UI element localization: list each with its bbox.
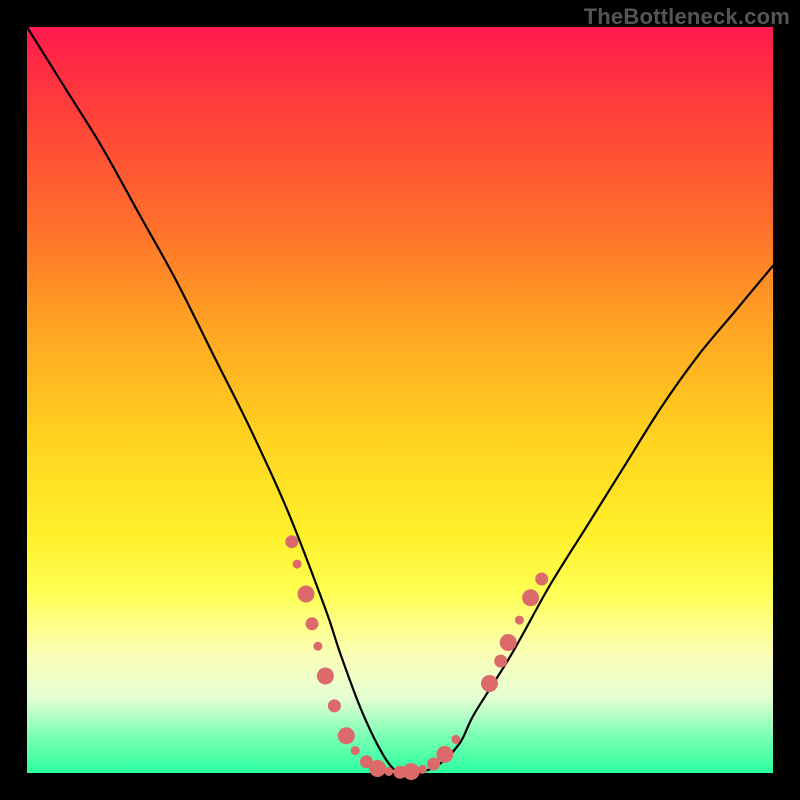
watermark-text: TheBottleneck.com (584, 4, 790, 30)
data-marker (317, 668, 334, 685)
bottleneck-plot (27, 27, 773, 773)
chart-frame (27, 27, 773, 773)
data-marker (500, 634, 517, 651)
data-marker (403, 763, 420, 780)
data-marker (306, 617, 319, 630)
data-marker (313, 642, 322, 651)
data-marker (494, 655, 507, 668)
data-marker (328, 699, 341, 712)
data-marker (451, 735, 460, 744)
data-marker (298, 586, 315, 603)
data-marker (418, 765, 427, 774)
data-marker (351, 746, 360, 755)
data-marker (515, 616, 524, 625)
data-marker (293, 560, 302, 569)
data-marker (285, 535, 298, 548)
data-marker (384, 767, 393, 776)
data-marker (338, 727, 355, 744)
data-marker (481, 675, 498, 692)
data-marker (535, 573, 548, 586)
data-marker (369, 760, 386, 777)
bottleneck-curve (27, 27, 773, 774)
data-marker (522, 589, 539, 606)
data-marker (436, 746, 453, 763)
